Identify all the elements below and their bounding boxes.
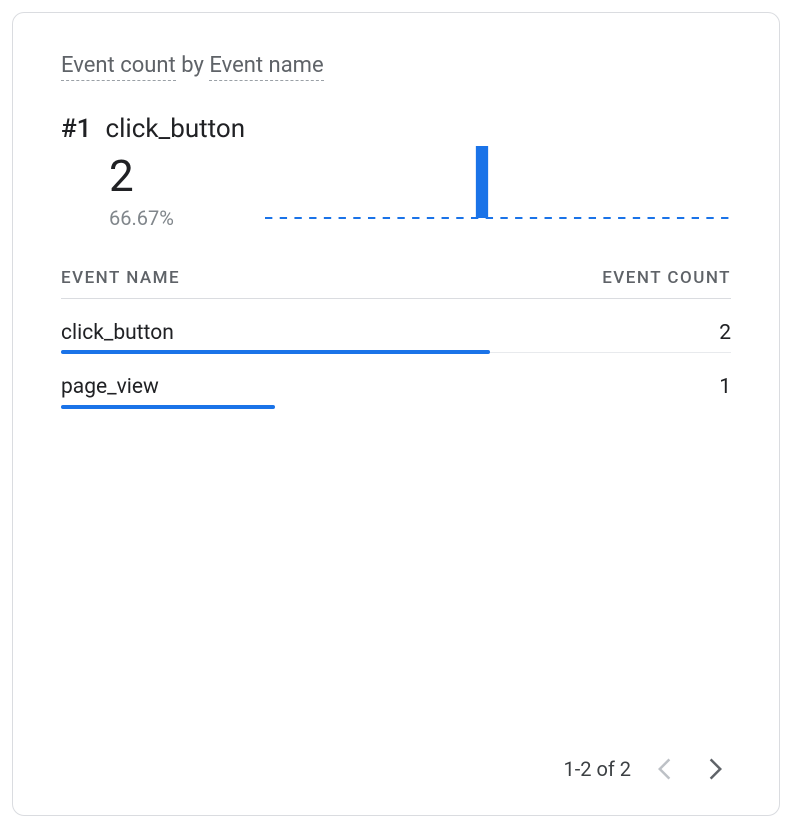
- chevron-right-icon: [708, 758, 722, 780]
- table-header: EVENT NAME EVENT COUNT: [61, 258, 731, 299]
- table-body: click_button 2 page_view 1: [61, 299, 731, 407]
- sparkline-container: [265, 140, 731, 220]
- sparkline-chart: [265, 140, 731, 220]
- row-event-name: click_button: [61, 321, 174, 345]
- row-event-value: 1: [719, 375, 731, 399]
- by-label: by: [181, 53, 204, 78]
- sparkline-bar: [476, 146, 488, 218]
- row-bar: [61, 405, 275, 409]
- next-page-button[interactable]: [699, 753, 731, 785]
- prev-page-button[interactable]: [649, 753, 681, 785]
- card-title: Event count by Event name: [61, 53, 731, 78]
- pagination-range: 1-2 of 2: [563, 757, 631, 781]
- top-event-name: click_button: [105, 114, 245, 144]
- table-row[interactable]: page_view 1: [61, 353, 731, 407]
- column-header-metric[interactable]: EVENT COUNT: [602, 268, 731, 288]
- chevron-left-icon: [658, 758, 672, 780]
- row-event-value: 2: [719, 321, 731, 345]
- top-event-stats: #1 click_button 2 66.67%: [61, 114, 245, 230]
- column-header-dimension[interactable]: EVENT NAME: [61, 268, 180, 288]
- top-event-rank: #1: [61, 114, 91, 144]
- pagination: 1-2 of 2: [61, 733, 731, 785]
- top-event-percent: 66.67%: [109, 206, 245, 230]
- top-event-section: #1 click_button 2 66.67%: [61, 114, 731, 230]
- row-event-name: page_view: [61, 375, 159, 399]
- dimension-label[interactable]: Event name: [209, 53, 323, 81]
- table-row[interactable]: click_button 2: [61, 299, 731, 353]
- event-count-card: Event count by Event name #1 click_butto…: [12, 12, 780, 816]
- top-event-value: 2: [109, 152, 245, 200]
- metric-label[interactable]: Event count: [61, 53, 176, 81]
